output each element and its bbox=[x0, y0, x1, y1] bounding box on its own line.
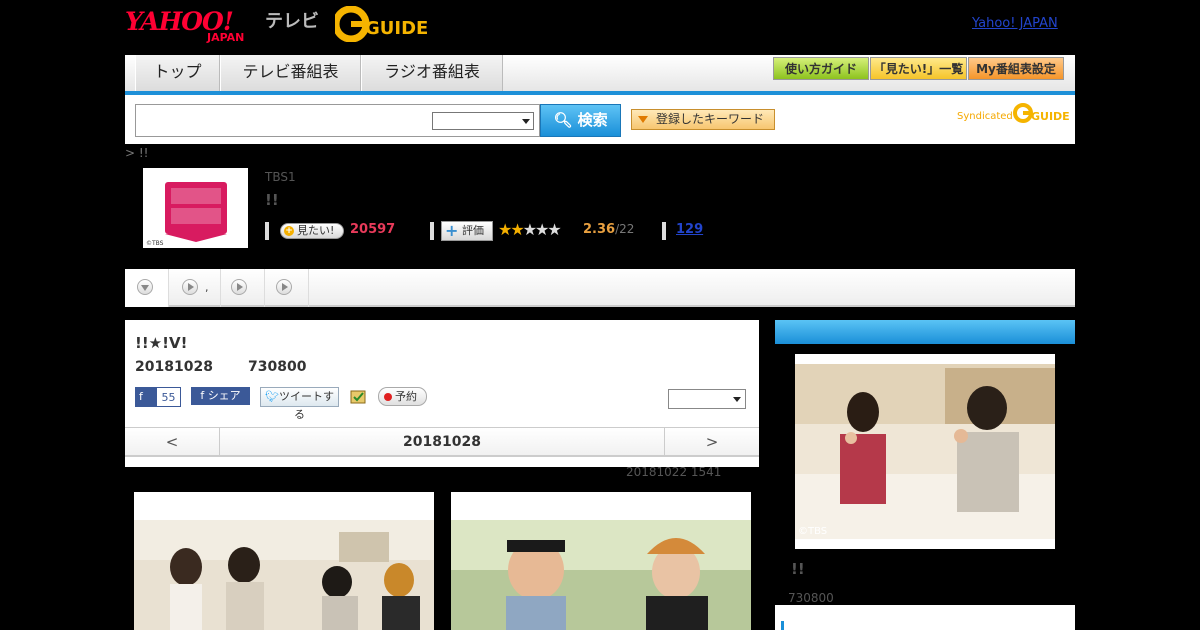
rating-average: 2.36 bbox=[583, 222, 616, 237]
program-title: !! bbox=[265, 191, 279, 209]
japan-logo-text: JAPAN bbox=[207, 31, 245, 44]
play-circle-icon bbox=[182, 279, 198, 295]
usage-guide-button[interactable]: 使い方ガイド bbox=[773, 57, 869, 80]
section-marker bbox=[781, 621, 784, 630]
want-to-watch-count: 20597 bbox=[350, 222, 396, 237]
gguide-logo[interactable]: GUIDE bbox=[335, 6, 435, 42]
subtab-label: , bbox=[205, 281, 209, 294]
svg-text:GUIDE: GUIDE bbox=[1031, 110, 1069, 123]
episode-date-nav: < 20181028 > bbox=[125, 427, 759, 457]
search-bar: 🔍︎ 検索 登録したキーワード Syndicated GUIDE bbox=[125, 95, 1075, 144]
episode-time: 730800 bbox=[248, 359, 307, 375]
twitter-bird-icon: 🐦︎ bbox=[265, 390, 279, 403]
rate-button[interactable]: + 評価 bbox=[441, 221, 493, 241]
divider bbox=[662, 222, 666, 240]
search-button-label: 検索 bbox=[577, 111, 608, 129]
play-circle-icon bbox=[231, 279, 247, 295]
photo-credit: ©TBS bbox=[798, 526, 827, 537]
rating-value: 2.36/22 bbox=[583, 222, 634, 237]
page: YAHOO! JAPAN テレビ GUIDE Yahoo! JAPAN トップ … bbox=[125, 0, 1075, 630]
last-updated: 20181022 1541 bbox=[626, 465, 722, 479]
triangle-down-icon bbox=[638, 116, 648, 123]
svg-text:©TBS: ©TBS bbox=[146, 240, 164, 247]
syndicated-label: Syndicated bbox=[957, 111, 1013, 122]
current-episode-date: 20181028 bbox=[403, 434, 481, 450]
want-to-watch-label: 見たい! bbox=[297, 224, 335, 237]
subtab-episodes[interactable] bbox=[125, 269, 169, 307]
side-panel-footer bbox=[775, 605, 1075, 630]
want-to-watch-list-button[interactable]: 「見たい!」一覧 bbox=[870, 57, 967, 80]
episode-panel: !!★!V! 20181028 730800 f 55 f シェア 🐦︎ツイート… bbox=[125, 320, 759, 467]
chevron-down-icon bbox=[733, 397, 741, 402]
star-filled-icon: ★ bbox=[510, 220, 524, 239]
search-icon: 🔍︎ bbox=[553, 111, 573, 129]
rating-count: /22 bbox=[615, 222, 635, 236]
star-filled-icon: ★ bbox=[498, 220, 512, 239]
side-panel: ©TBS !! 730800 bbox=[775, 320, 1075, 630]
chevron-down-circle-icon bbox=[137, 279, 153, 295]
plus-icon: + bbox=[284, 226, 294, 236]
program-stats: + 見たい! 20597 + 評価 ★★★★★ 2.36/22 129 bbox=[265, 220, 865, 242]
facebook-share-button[interactable]: f シェア bbox=[191, 387, 250, 405]
star-empty-icon: ★ bbox=[522, 220, 537, 239]
site-header: YAHOO! JAPAN テレビ GUIDE Yahoo! JAPAN bbox=[125, 0, 1075, 55]
rate-label: 評価 bbox=[462, 224, 484, 237]
yahoo-japan-logo[interactable]: YAHOO! JAPAN bbox=[125, 5, 265, 44]
star-empty-icon: ★ bbox=[547, 220, 561, 239]
facebook-like-button[interactable]: f 55 bbox=[135, 387, 181, 407]
review-count-link[interactable]: 129 bbox=[676, 222, 703, 237]
previous-episode-button[interactable]: < bbox=[125, 428, 220, 456]
saved-keywords-button[interactable]: 登録したキーワード bbox=[631, 109, 775, 130]
facebook-icon: f bbox=[139, 390, 143, 403]
facebook-icon: f bbox=[200, 389, 208, 402]
facebook-like-count: 55 bbox=[156, 387, 181, 407]
tweet-label: ツイートする bbox=[278, 390, 334, 421]
gguide-logo-text: GUIDE bbox=[365, 18, 428, 39]
plus-icon: + bbox=[445, 221, 459, 240]
episode-title: !!★!V! bbox=[135, 334, 188, 352]
subtab-reviews[interactable] bbox=[265, 269, 309, 307]
mixi-check-icon[interactable] bbox=[350, 388, 366, 404]
facebook-share-label: シェア bbox=[207, 389, 241, 402]
channel-name: TBS1 bbox=[265, 170, 296, 184]
search-button[interactable]: 🔍︎ 検索 bbox=[540, 104, 621, 137]
play-circle-icon bbox=[276, 279, 292, 295]
want-to-watch-button[interactable]: + 見たい! bbox=[280, 223, 344, 239]
episode-photo-1[interactable] bbox=[134, 492, 434, 630]
episode-select[interactable] bbox=[668, 389, 746, 409]
main-nav: トップ テレビ番組表 ラジオ番組表 使い方ガイド 「見たい!」一覧 My番組表設… bbox=[125, 55, 1075, 95]
search-category-select[interactable] bbox=[432, 112, 534, 130]
program-subtabs: , bbox=[125, 269, 1075, 307]
tab-top[interactable]: トップ bbox=[135, 55, 220, 91]
service-name[interactable]: テレビ bbox=[265, 7, 319, 33]
subtab-cast[interactable] bbox=[221, 269, 265, 307]
gguide-small-logo: GUIDE bbox=[1013, 103, 1069, 123]
divider bbox=[430, 222, 434, 240]
reserve-label: 予約 bbox=[395, 390, 417, 403]
side-program-photo[interactable]: ©TBS bbox=[795, 354, 1055, 549]
rating-stars: ★★★★★ bbox=[498, 220, 562, 239]
side-panel-header bbox=[775, 320, 1075, 344]
program-thumbnail: ©TBS bbox=[143, 168, 248, 248]
divider bbox=[265, 222, 269, 240]
side-program-title: !! bbox=[791, 560, 805, 578]
record-dot-icon bbox=[384, 393, 392, 401]
tab-radio-listings[interactable]: ラジオ番組表 bbox=[361, 55, 503, 91]
tweet-button[interactable]: 🐦︎ツイートする bbox=[260, 387, 339, 421]
yahoo-japan-link[interactable]: Yahoo! JAPAN bbox=[972, 16, 1058, 31]
tab-tv-listings[interactable]: テレビ番組表 bbox=[220, 55, 361, 91]
chevron-down-icon bbox=[522, 119, 530, 124]
reserve-recording-button[interactable]: 予約 bbox=[378, 387, 427, 406]
episode-date: 20181028 bbox=[135, 359, 213, 375]
breadcrumb[interactable]: > !! bbox=[125, 146, 149, 160]
subtab-info[interactable]: , bbox=[169, 269, 221, 307]
next-episode-button[interactable]: > bbox=[664, 428, 759, 456]
star-empty-icon: ★ bbox=[535, 220, 549, 239]
episode-photo-2[interactable] bbox=[451, 492, 751, 630]
side-program-time: 730800 bbox=[788, 591, 834, 605]
saved-keywords-label: 登録したキーワード bbox=[656, 112, 765, 126]
my-listings-settings-button[interactable]: My番組表設定 bbox=[968, 57, 1064, 80]
